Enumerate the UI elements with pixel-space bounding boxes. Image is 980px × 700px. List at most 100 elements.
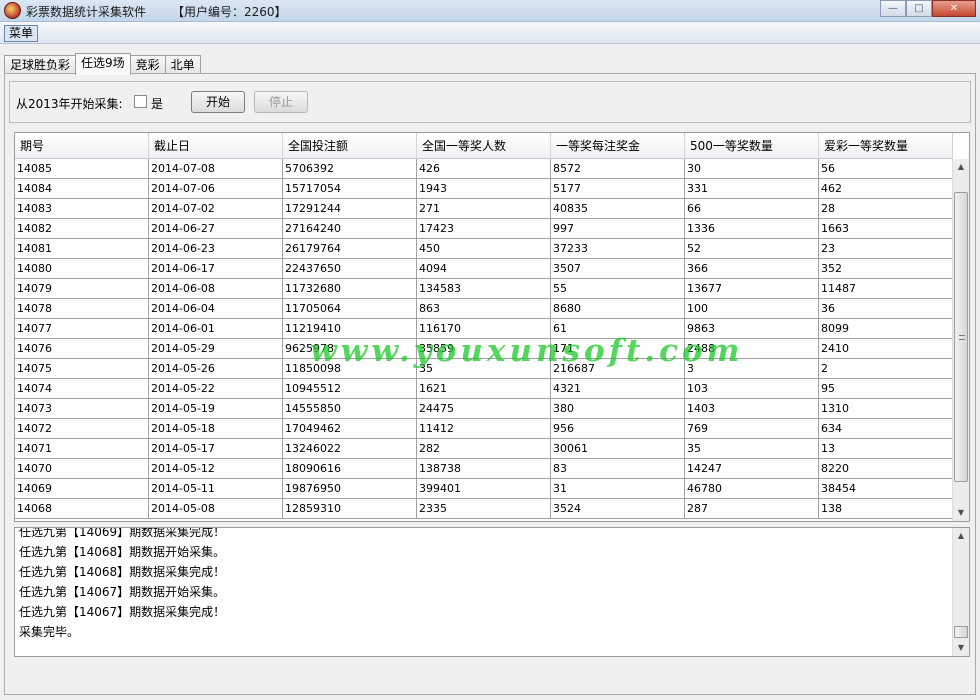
table-row[interactable]: 14071 2014-05-17 13246022 282 30061 35 13: [15, 439, 953, 459]
table-cell: 14072: [15, 419, 149, 438]
table-cell: 2335: [417, 499, 551, 518]
log-line: 任选九第【14067】期数据开始采集。: [19, 585, 226, 599]
table-cell: 997: [551, 219, 685, 238]
table-cell: 55: [551, 279, 685, 298]
column-header-total-bets[interactable]: 全国投注额: [283, 133, 417, 159]
watermark: www.youxunsoft.com: [310, 333, 744, 369]
table-cell: 14083: [15, 199, 149, 218]
table-row[interactable]: 14072 2014-05-18 17049462 11412 956 769 634: [15, 419, 953, 439]
tab-jingcai[interactable]: 竞彩: [129, 55, 166, 75]
log-output[interactable]: 任选九第【14069】期数据采集完成！ 任选九第【14068】期数据开始采集。 任选…: [14, 527, 970, 657]
table-cell: 103: [685, 379, 819, 398]
table-row[interactable]: 14074 2014-05-22 10945512 1621 4321 103 95: [15, 379, 953, 399]
tab-pick-9[interactable]: 任选9场: [75, 53, 131, 75]
table-cell: 5177: [551, 179, 685, 198]
tab-beidan[interactable]: 北单: [164, 55, 201, 75]
scroll-up-arrow-icon[interactable]: ▲: [953, 159, 969, 175]
table-cell: 2014-06-17: [149, 259, 283, 278]
table-cell: 2014-05-18: [149, 419, 283, 438]
column-header-issue[interactable]: 期号: [15, 133, 149, 159]
table-cell: 2014-06-27: [149, 219, 283, 238]
table-row[interactable]: 14073 2014-05-19 14555850 24475 380 1403 1310: [15, 399, 953, 419]
table-cell: 40835: [551, 199, 685, 218]
table-row[interactable]: 14069 2014-05-11 19876950 399401 31 46780 3845…: [15, 479, 953, 499]
table-cell: 17049462: [283, 419, 417, 438]
table-cell: 8099: [819, 319, 953, 338]
log-scroll-down-arrow-icon[interactable]: ▼: [953, 640, 969, 656]
table-cell: 2014-07-08: [149, 159, 283, 178]
table-cell: 4321: [551, 379, 685, 398]
table-cell: 2014-06-08: [149, 279, 283, 298]
table-row[interactable]: 14085 2014-07-08 5706392 426 8572 30 56: [15, 159, 953, 179]
collect-options-group: 从2013年开始采集: 是 开始 停止: [9, 81, 971, 123]
table-cell: 1943: [417, 179, 551, 198]
collect-from-2013-checkbox[interactable]: [134, 95, 147, 108]
user-id-label: 【用户编号：2260】: [172, 5, 287, 19]
table-cell: 36: [819, 299, 953, 318]
table-cell: 366: [685, 259, 819, 278]
table-cell: 331: [685, 179, 819, 198]
table-cell: 23: [819, 239, 953, 258]
log-scrollbar-thumb[interactable]: [954, 626, 968, 638]
scrollbar-thumb[interactable]: [954, 192, 968, 482]
data-table[interactable]: 期号 截止日 全国投注额 全国一等奖人数 一等奖每注奖金 500一等奖数量 爱彩…: [14, 132, 970, 522]
minimize-button[interactable]: —: [880, 0, 906, 17]
table-cell: 2014-07-06: [149, 179, 283, 198]
table-cell: 30061: [551, 439, 685, 458]
table-cell: 462: [819, 179, 953, 198]
table-row[interactable]: 14081 2014-06-23 26179764 450 37233 52 23: [15, 239, 953, 259]
table-cell: 138: [819, 499, 953, 518]
checkbox-label[interactable]: 是: [151, 95, 163, 112]
table-cell: 14085: [15, 159, 149, 178]
table-cell: 12859310: [283, 499, 417, 518]
table-cell: 1621: [417, 379, 551, 398]
table-cell: 2014-05-12: [149, 459, 283, 478]
log-line: 任选九第【14067】期数据采集完成！: [19, 605, 226, 619]
table-cell: 2014-05-08: [149, 499, 283, 518]
table-scrollbar[interactable]: ▲ ▼: [952, 159, 969, 521]
column-header-first-prize-amount[interactable]: 一等奖每注奖金: [551, 133, 685, 159]
table-row[interactable]: 14079 2014-06-08 11732680 134583 55 13677 1148…: [15, 279, 953, 299]
table-cell: 2014-06-04: [149, 299, 283, 318]
table-cell: 11705064: [283, 299, 417, 318]
table-row[interactable]: 14070 2014-05-12 18090616 138738 83 14247 8220: [15, 459, 953, 479]
close-button[interactable]: ✕: [932, 0, 976, 17]
table-cell: 46780: [685, 479, 819, 498]
menu-item-menu[interactable]: 菜单: [4, 25, 39, 42]
table-cell: 352: [819, 259, 953, 278]
start-button[interactable]: 开始: [191, 91, 245, 113]
table-cell: 2014-05-26: [149, 359, 283, 378]
table-cell: 3507: [551, 259, 685, 278]
table-cell: 1336: [685, 219, 819, 238]
table-row[interactable]: 14083 2014-07-02 17291244 271 40835 66 28: [15, 199, 953, 219]
log-scroll-up-arrow-icon[interactable]: ▲: [953, 528, 969, 544]
table-cell: 100: [685, 299, 819, 318]
maximize-button[interactable]: □: [906, 0, 932, 17]
log-scrollbar[interactable]: ▲ ▼: [952, 528, 969, 656]
table-row[interactable]: 14082 2014-06-27 27164240 17423 997 1336 1663: [15, 219, 953, 239]
table-cell: 769: [685, 419, 819, 438]
table-header: 期号 截止日 全国投注额 全国一等奖人数 一等奖每注奖金 500一等奖数量 爱彩…: [15, 133, 953, 159]
tab-football-win-lose[interactable]: 足球胜负彩: [4, 55, 77, 75]
table-cell: 380: [551, 399, 685, 418]
table-cell: 27164240: [283, 219, 417, 238]
column-header-500-first-prize[interactable]: 500一等奖数量: [685, 133, 819, 159]
table-cell: 11487: [819, 279, 953, 298]
column-header-aicai-first-prize[interactable]: 爱彩一等奖数量: [819, 133, 953, 159]
table-row[interactable]: 14080 2014-06-17 22437650 4094 3507 366 352: [15, 259, 953, 279]
column-header-first-prize-winners[interactable]: 全国一等奖人数: [417, 133, 551, 159]
table-cell: 17423: [417, 219, 551, 238]
table-row[interactable]: 14068 2014-05-08 12859310 2335 3524 287 138: [15, 499, 953, 519]
window-controls: — □ ✕: [880, 0, 976, 18]
table-cell: 271: [417, 199, 551, 218]
menu-bar: 菜单: [0, 22, 980, 44]
table-cell: 35: [685, 439, 819, 458]
table-cell: 2014-06-23: [149, 239, 283, 258]
scroll-down-arrow-icon[interactable]: ▼: [953, 505, 969, 521]
table-row[interactable]: 14078 2014-06-04 11705064 863 8680 100 36: [15, 299, 953, 319]
column-header-deadline[interactable]: 截止日: [149, 133, 283, 159]
table-row[interactable]: 14084 2014-07-06 15717054 1943 5177 331 462: [15, 179, 953, 199]
grip-icon: [959, 335, 965, 340]
table-cell: 14069: [15, 479, 149, 498]
table-cell: 138738: [417, 459, 551, 478]
